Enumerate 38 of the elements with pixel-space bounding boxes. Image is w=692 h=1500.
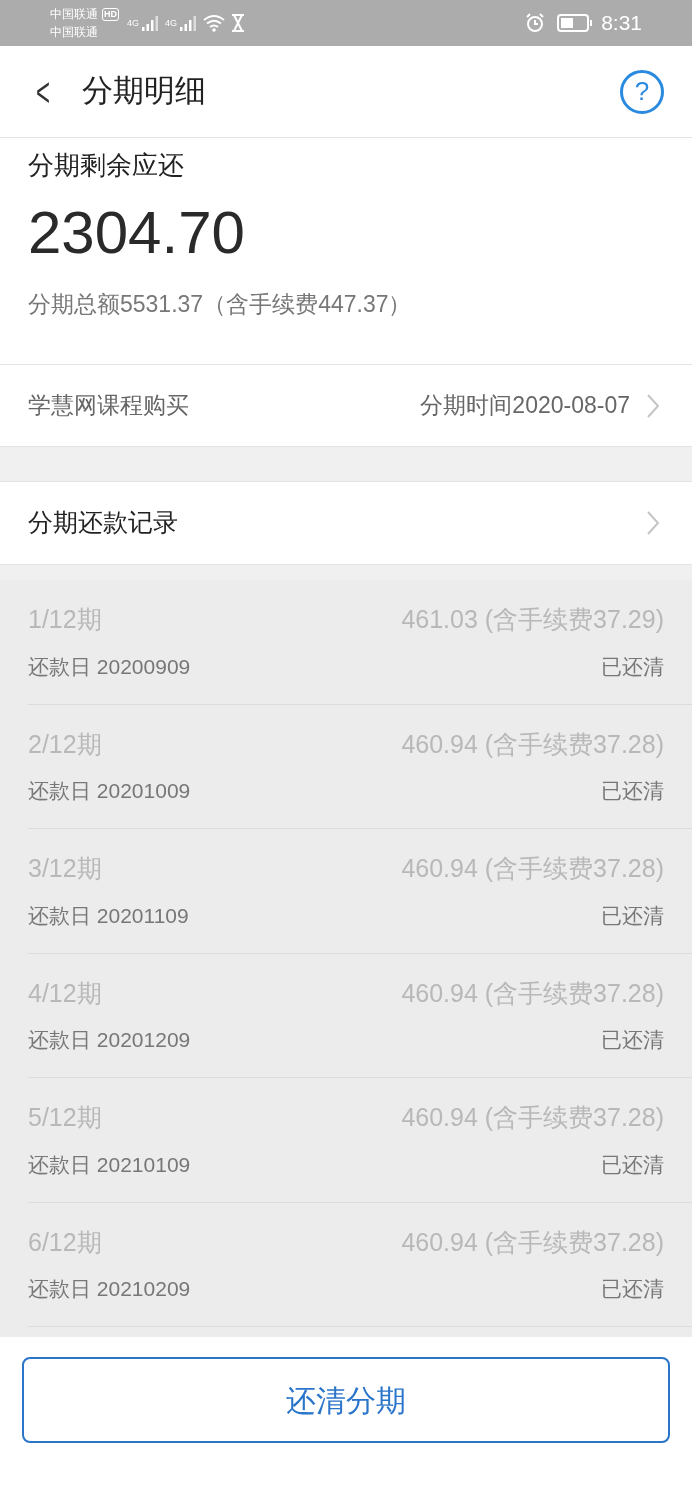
due-date: 还款日 20201209 [28,1027,191,1054]
due-date: 还款日 20210109 [28,1151,191,1178]
status-label: 已还清 [601,1027,664,1054]
records-label: 分期还款记录 [28,507,178,539]
signal-icon [141,14,159,32]
repayment-records-row[interactable]: 分期还款记录 [0,482,692,564]
due-date: 还款日 20201109 [28,902,189,929]
remaining-label: 分期剩余应还 [28,149,185,182]
help-button[interactable]: ? [620,69,664,114]
due-date: 还款日 20210209 [28,1276,191,1303]
pay-off-button[interactable]: 还清分期 [22,1357,670,1443]
signal-icon [179,14,198,32]
carrier-label: 中国联通 [50,24,99,41]
remaining-amount: 2304.70 [28,198,246,268]
battery-icon [557,14,594,32]
status-label: 已还清 [601,778,664,805]
status-label: 已还清 [601,902,664,929]
purchase-row[interactable]: 学慧网课程购买 分期时间2020-08-07 [0,365,692,446]
purchase-name: 学慧网课程购买 [28,391,189,421]
carrier-label: 中国联通 [50,6,98,23]
total-amount-text: 分期总额5531.37（含手续费447.37） [28,290,413,319]
chevron-right-icon [646,510,660,536]
installment-date: 分期时间2020-08-07 [420,391,630,421]
status-label: 已还清 [601,1151,664,1178]
chevron-right-icon [646,392,660,419]
wifi-icon [203,14,226,32]
page-title: 分期明细 [82,72,206,111]
network-label: 4G [127,18,139,28]
due-date: 还款日 20201009 [28,778,191,805]
hourglass-icon [231,14,246,32]
status-label: 已还清 [601,1276,664,1303]
hd-badge: HD [102,7,119,21]
status-label: 已还清 [601,653,664,680]
back-button[interactable]: < [34,71,52,112]
clock-time: 8:31 [601,10,642,37]
alarm-icon [525,13,546,33]
due-date: 还款日 20200909 [28,653,191,680]
network-label: 4G [165,18,178,28]
